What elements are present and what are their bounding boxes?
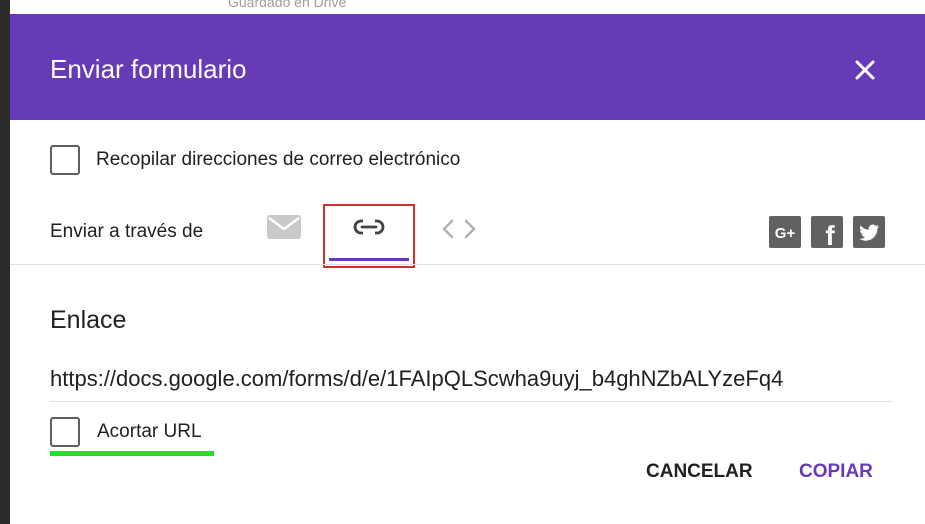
share-facebook-button[interactable]: f xyxy=(811,216,843,251)
twitter-bird-icon xyxy=(853,216,885,248)
background-left-edge xyxy=(0,0,10,524)
link-icon xyxy=(353,218,385,236)
annotation-underline xyxy=(50,451,214,456)
send-via-label: Enviar a través de xyxy=(50,221,204,242)
send-form-dialog: Enviar formulario Recopilar direcciones … xyxy=(10,14,925,524)
google-plus-icon: G+ xyxy=(769,216,801,248)
tab-email[interactable] xyxy=(266,213,302,243)
share-twitter-button[interactable] xyxy=(853,216,885,248)
svg-text:G+: G+ xyxy=(775,225,796,242)
embed-code-icon xyxy=(442,219,476,239)
close-button[interactable] xyxy=(845,50,885,90)
link-section-title: Enlace xyxy=(50,306,127,334)
form-link-url-field[interactable]: https://docs.google.com/forms/d/e/1FAIpQ… xyxy=(50,366,893,402)
close-icon xyxy=(855,60,875,80)
tab-embed[interactable] xyxy=(442,217,476,241)
tab-link-active-indicator xyxy=(329,258,409,261)
cancel-button[interactable]: CANCELAR xyxy=(646,461,753,483)
copy-button[interactable]: COPIAR xyxy=(799,461,873,483)
shorten-url-label: Acortar URL xyxy=(97,421,202,442)
email-icon xyxy=(267,215,301,239)
share-google-plus-button[interactable]: G+ xyxy=(769,216,801,248)
collect-emails-label: Recopilar direcciones de correo electrón… xyxy=(96,149,461,170)
collect-emails-checkbox[interactable] xyxy=(50,145,80,175)
url-field-underline xyxy=(50,401,893,402)
section-divider xyxy=(10,264,925,265)
facebook-icon: f xyxy=(811,216,843,251)
dialog-title: Enviar formulario xyxy=(50,54,247,84)
tab-link[interactable] xyxy=(323,204,415,268)
shorten-url-checkbox[interactable] xyxy=(50,417,80,447)
background-page-strip: Guardado en Drive xyxy=(0,0,925,14)
background-saved-status: Guardado en Drive xyxy=(228,0,347,10)
svg-text:f: f xyxy=(825,220,835,248)
dialog-header: Enviar formulario xyxy=(10,14,925,120)
